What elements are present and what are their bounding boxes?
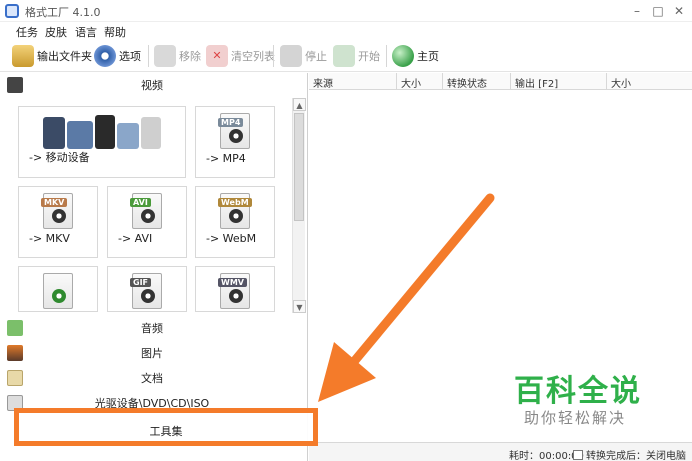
menu-language[interactable]: 语言 (75, 24, 97, 40)
category-document[interactable]: 文档 (0, 366, 308, 390)
webm-file-icon: WebM (218, 193, 252, 229)
category-image-label: 图片 (141, 347, 163, 360)
column-size[interactable]: 大小 (397, 73, 443, 90)
category-document-label: 文档 (141, 372, 163, 385)
menu-bar: 任务 皮肤 语言 帮助 (0, 22, 692, 40)
menu-help[interactable]: 帮助 (104, 24, 126, 40)
tile-mkv[interactable]: MKV -> MKV (18, 186, 98, 258)
watermark-subtitle: 助你轻松解决 (524, 409, 627, 427)
start-button[interactable]: 开始 (333, 43, 380, 69)
column-source[interactable]: 来源 (309, 73, 397, 90)
scroll-up-icon[interactable]: ▲ (293, 98, 306, 111)
clear-list-label: 清空列表 (231, 50, 275, 63)
toolbar: 输出文件夹 选项 移除 ✕ 清空列表 停止 开始 主页 (0, 40, 692, 72)
folder-icon (12, 45, 34, 67)
tile-wmv[interactable]: WMV (195, 266, 275, 312)
audio-icon (7, 320, 23, 336)
app-icon (5, 4, 19, 18)
stop-icon (280, 45, 302, 67)
clear-list-icon: ✕ (206, 45, 228, 67)
tools-category-highlight[interactable]: 工具集 (14, 408, 318, 446)
column-status[interactable]: 转换状态 (443, 73, 511, 90)
stop-label: 停止 (305, 50, 327, 63)
mobile-devices-icon (43, 113, 163, 151)
gif-file-icon: GIF (130, 273, 162, 309)
arrow-shaft (347, 193, 495, 369)
settings-icon (94, 45, 116, 67)
toolbar-divider (148, 45, 149, 67)
after-convert-label: 转换完成后：关闭电脑 (586, 451, 686, 461)
remove-icon (154, 45, 176, 67)
avi-file-icon: AVI (130, 193, 162, 229)
menu-task[interactable]: 任务 (16, 24, 38, 40)
tile-mkv-label: -> MKV (29, 232, 70, 245)
tile-video-4[interactable] (18, 266, 98, 312)
clear-list-button[interactable]: ✕ 清空列表 (206, 43, 275, 69)
options-label: 选项 (119, 50, 141, 63)
tile-gif[interactable]: GIF (107, 266, 187, 312)
tile-mp4[interactable]: MP4 -> MP4 (195, 106, 275, 178)
after-convert-checkbox[interactable] (573, 450, 583, 460)
category-image[interactable]: 图片 (0, 341, 308, 365)
tile-webm[interactable]: WebM -> WebM (195, 186, 275, 258)
window-title: 格式工厂 4.1.0 (25, 6, 101, 19)
category-panel: 视频 -> 移动设备 MP4 -> MP4 MKV -> MKV AVI -> … (0, 73, 308, 461)
category-tools-label: 工具集 (149, 425, 183, 438)
title-bar: 格式工厂 4.1.0 – □ ✕ (0, 0, 692, 22)
options-button[interactable]: 选项 (94, 43, 141, 69)
stop-button[interactable]: 停止 (280, 43, 327, 69)
remove-button[interactable]: 移除 (154, 43, 201, 69)
menu-skin[interactable]: 皮肤 (45, 24, 67, 40)
globe-icon (392, 45, 414, 67)
column-output-size[interactable]: 大小 (607, 73, 692, 90)
output-folder-label: 输出文件夹 (37, 50, 92, 63)
tile-mp4-label: -> MP4 (206, 152, 246, 165)
column-output[interactable]: 输出 [F2] (511, 73, 607, 90)
close-icon[interactable]: ✕ (671, 3, 687, 19)
category-audio-label: 音频 (141, 322, 163, 335)
output-folder-button[interactable]: 输出文件夹 (12, 43, 92, 69)
toolbar-divider (273, 45, 274, 67)
tile-mobile-label: -> 移动设备 (29, 151, 90, 164)
category-video-label: 视频 (141, 79, 163, 92)
tile-webm-label: -> WebM (206, 232, 257, 245)
home-button[interactable]: 主页 (392, 43, 439, 69)
watermark-title: 百科全说 (514, 374, 642, 409)
image-icon (7, 345, 23, 361)
start-icon (333, 45, 355, 67)
start-label: 开始 (358, 50, 380, 63)
tile-mobile-device[interactable]: -> 移动设备 (18, 106, 186, 178)
minimize-icon[interactable]: – (629, 3, 645, 19)
mp4-file-icon: MP4 (218, 113, 250, 149)
category-audio[interactable]: 音频 (0, 316, 308, 340)
annotation-arrow (318, 193, 495, 402)
wmv-file-icon: WMV (218, 273, 250, 309)
toolbar-divider (386, 45, 387, 67)
tile-avi[interactable]: AVI -> AVI (107, 186, 187, 258)
maximize-icon[interactable]: □ (650, 3, 666, 19)
after-convert-option[interactable]: 转换完成后：关闭电脑 (573, 447, 686, 461)
home-label: 主页 (417, 50, 439, 63)
tile-avi-label: -> AVI (118, 232, 153, 245)
video-icon (7, 77, 23, 93)
video-file-icon (43, 273, 73, 309)
category-video[interactable]: 视频 (0, 73, 308, 97)
mkv-file-icon: MKV (41, 193, 73, 229)
remove-label: 移除 (179, 50, 201, 63)
status-bar: 耗时：00:00:00 转换完成后：关闭电脑 (309, 442, 692, 461)
document-icon (7, 370, 23, 386)
